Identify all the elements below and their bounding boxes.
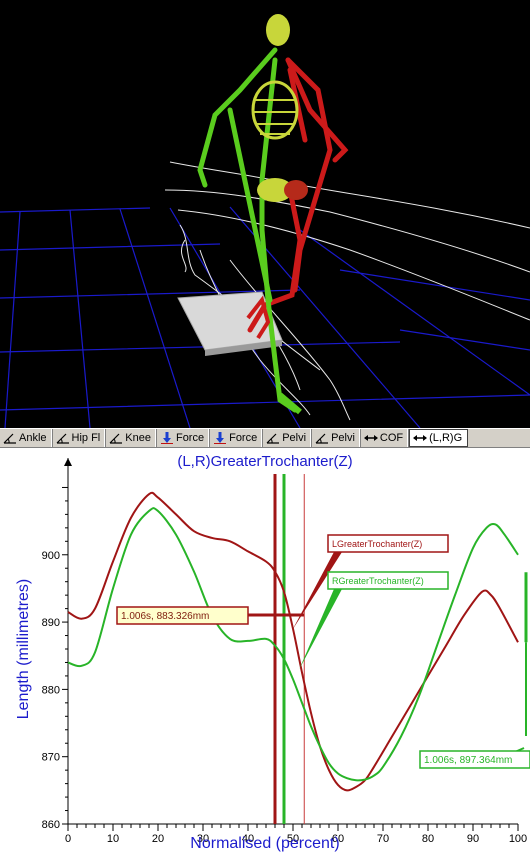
angle-icon: [266, 432, 282, 444]
y-tick-label: 870: [42, 752, 60, 764]
skeleton-scene: [0, 14, 530, 428]
angle-icon: [56, 432, 72, 444]
tab-0[interactable]: Ankle: [0, 429, 53, 447]
x-tick-label: 100: [509, 833, 527, 845]
y-axis-label: Length (millimetres): [15, 579, 32, 719]
chart-canvas: (L,R)GreaterTrochanter(Z)860870880890900…: [15, 453, 530, 852]
label-right-series-text: RGreaterTrochanter(Z): [332, 576, 424, 586]
tab-label: Pelvi: [282, 432, 307, 444]
series-line-left[interactable]: [67, 491, 519, 792]
tab-8[interactable]: (L,R)G: [409, 429, 469, 447]
series-line-right[interactable]: [67, 507, 519, 782]
angle-icon: [315, 432, 331, 444]
y-tick-label: 860: [42, 819, 60, 831]
force-arrow-icon: [213, 432, 229, 444]
y-tick-label: 890: [42, 617, 60, 629]
tab-label: Knee: [125, 432, 151, 444]
chart-title: (L,R)GreaterTrochanter(Z): [177, 453, 352, 470]
tab-4[interactable]: Force: [210, 429, 264, 447]
tab-label: Pelvi: [331, 432, 355, 444]
tab-label: Force: [175, 432, 205, 444]
value-right-text: 1.006s, 897.364mm: [424, 755, 512, 766]
value-left-text: 1.006s, 883.326mm: [121, 611, 209, 622]
y-tick-label: 900: [42, 550, 60, 562]
tab-label: Force: [229, 432, 258, 444]
x-tick-label: 20: [152, 833, 164, 845]
x-tick-label: 0: [65, 833, 71, 845]
x-tick-label: 10: [107, 833, 119, 845]
angle-icon: [3, 432, 19, 444]
tab-label: (L,R)G: [429, 432, 463, 444]
tab-7[interactable]: COF: [361, 429, 410, 447]
tab-2[interactable]: Knee: [106, 429, 157, 447]
tab-label: COF: [379, 432, 404, 444]
tab-3[interactable]: Force: [157, 429, 211, 447]
label-left-series-text: LGreaterTrochanter(Z): [332, 539, 422, 549]
x-axis-label: Normalised (percent): [190, 835, 339, 852]
y-tick-label: 880: [42, 684, 60, 696]
3d-viewport[interactable]: [0, 0, 530, 428]
label-right-series-pointer: [299, 589, 342, 670]
angle-icon: [109, 432, 125, 444]
x-tick-label: 80: [422, 833, 434, 845]
tab-6[interactable]: Pelvi: [312, 429, 361, 447]
x-tick-label: 90: [467, 833, 479, 845]
double-arrow-icon: [363, 432, 380, 444]
x-tick-label: 70: [377, 833, 389, 845]
double-arrow-icon: [413, 432, 429, 444]
tab-strip: Ankle Hip Fl Knee Force Force Pelvi Pelvi COF (L…: [0, 428, 530, 448]
tab-label: Hip Fl: [71, 432, 101, 444]
trajectory-chart[interactable]: (L,R)GreaterTrochanter(Z) 860 870 880 890 900…: [0, 448, 530, 852]
tab-1[interactable]: Hip Fl: [53, 429, 107, 447]
tab-5[interactable]: Pelvi: [263, 429, 313, 447]
skeleton-right-side: [197, 47, 298, 413]
tab-label: Ankle: [19, 432, 47, 444]
force-arrow-icon: [160, 432, 176, 444]
y-axis-arrow-icon: [64, 458, 72, 466]
